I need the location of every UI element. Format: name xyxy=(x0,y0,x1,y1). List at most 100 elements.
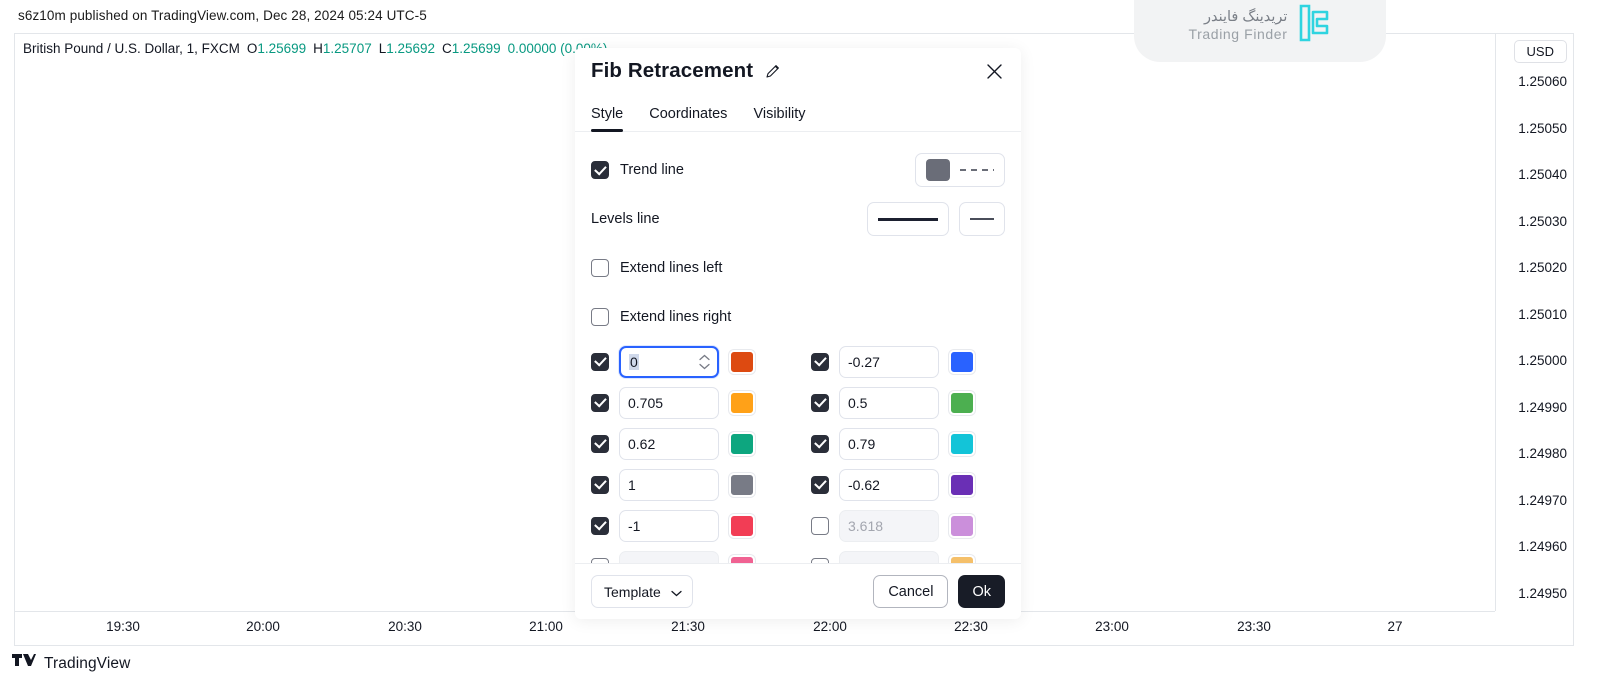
price-axis-label: 1.24990 xyxy=(1518,400,1567,415)
watermark-text-en: Trading Finder xyxy=(1189,26,1288,43)
fib-level-row: 0 xyxy=(591,341,785,382)
fib-level-row: -1 xyxy=(591,505,785,546)
template-dropdown[interactable]: Template xyxy=(591,575,693,608)
fib-level-input[interactable] xyxy=(839,551,939,564)
fib-level-value: 0.62 xyxy=(628,437,655,451)
price-axis-label: 1.24980 xyxy=(1518,446,1567,461)
option-row-levels-line: Levels line xyxy=(591,199,1005,239)
cancel-button[interactable]: Cancel xyxy=(873,575,948,608)
screenshot-root: s6z10m published on TradingView.com, Dec… xyxy=(0,0,1600,700)
fib-level-checkbox[interactable] xyxy=(811,353,829,371)
fib-level-input[interactable] xyxy=(619,551,719,564)
fib-level-input[interactable]: -0.27 xyxy=(839,346,939,378)
dashed-line-icon xyxy=(960,169,994,171)
fib-level-color-swatch[interactable] xyxy=(949,350,975,374)
fib-level-checkbox[interactable] xyxy=(811,517,829,535)
fib-level-checkbox[interactable] xyxy=(811,435,829,453)
dialog-tabs: Style Coordinates Visibility xyxy=(575,94,1021,132)
chevron-down-icon xyxy=(671,584,682,600)
trend-line-color-swatch[interactable] xyxy=(926,159,950,181)
fib-level-color-swatch[interactable] xyxy=(729,350,755,374)
fib-level-input[interactable]: 0.5 xyxy=(839,387,939,419)
fib-level-value: -0.27 xyxy=(848,355,880,369)
time-axis-label: 20:30 xyxy=(388,619,422,634)
trend-line-checkbox[interactable] xyxy=(591,161,609,179)
fib-level-color-swatch[interactable] xyxy=(729,473,755,497)
fib-level-input[interactable]: 0.705 xyxy=(619,387,719,419)
fib-level-row: 1 xyxy=(591,464,785,505)
fib-level-row: 0.5 xyxy=(811,382,1005,423)
fib-level-color-swatch[interactable] xyxy=(949,432,975,456)
tab-visibility[interactable]: Visibility xyxy=(753,106,805,131)
dialog-title: Fib Retracement xyxy=(591,59,753,83)
levels-line-width-button[interactable] xyxy=(959,202,1005,236)
fib-level-checkbox[interactable] xyxy=(591,476,609,494)
legend-high-value: 1.25707 xyxy=(323,41,372,56)
fib-level-input[interactable]: -1 xyxy=(619,510,719,542)
tab-style[interactable]: Style xyxy=(591,106,623,131)
time-axis-label: 22:00 xyxy=(813,619,847,634)
fib-level-input[interactable]: -0.62 xyxy=(839,469,939,501)
tab-coordinates[interactable]: Coordinates xyxy=(649,106,727,131)
fib-level-value: 0.79 xyxy=(848,437,875,451)
ok-button[interactable]: Ok xyxy=(958,575,1005,608)
time-axis-label: 22:30 xyxy=(954,619,988,634)
legend-symbol[interactable]: British Pound / U.S. Dollar, 1, FXCM xyxy=(23,41,240,56)
fib-level-checkbox[interactable] xyxy=(591,517,609,535)
chart-legend: British Pound / U.S. Dollar, 1, FXCMO1.2… xyxy=(23,41,607,56)
time-axis-label: 20:00 xyxy=(246,619,280,634)
fib-level-row: 0.705 xyxy=(591,382,785,423)
fib-level-checkbox[interactable] xyxy=(591,558,609,564)
fib-level-checkbox[interactable] xyxy=(811,476,829,494)
fib-level-input[interactable]: 0.62 xyxy=(619,428,719,460)
fib-level-input[interactable]: 3.618 xyxy=(839,510,939,542)
fib-retracement-dialog: Fib Retracement Style Coordinates Visibili… xyxy=(575,48,1021,619)
fib-level-row: 0.79 xyxy=(811,423,1005,464)
extend-lines-left-label: Extend lines left xyxy=(620,260,722,276)
time-axis-label: 27 xyxy=(1387,619,1402,634)
price-axis-label: 1.25010 xyxy=(1518,307,1567,322)
fib-level-checkbox[interactable] xyxy=(591,394,609,412)
levels-line-style-button[interactable] xyxy=(867,202,949,236)
extend-lines-left-checkbox[interactable] xyxy=(591,259,609,277)
fib-level-row: 0.62 xyxy=(591,423,785,464)
fib-level-row: 3.618 xyxy=(811,505,1005,546)
legend-open-value: 1.25699 xyxy=(257,41,306,56)
fib-level-color-swatch[interactable] xyxy=(949,391,975,415)
number-stepper[interactable] xyxy=(699,354,710,369)
fib-level-row: -0.62 xyxy=(811,464,1005,505)
fib-level-checkbox[interactable] xyxy=(591,353,609,371)
price-axis-label: 1.25060 xyxy=(1518,74,1567,89)
time-axis-label: 21:30 xyxy=(671,619,705,634)
time-axis-label: 23:00 xyxy=(1095,619,1129,634)
fib-level-row xyxy=(811,546,1005,563)
fib-level-value: 3.618 xyxy=(848,519,883,533)
extend-lines-right-checkbox[interactable] xyxy=(591,308,609,326)
fib-level-color-swatch[interactable] xyxy=(949,473,975,497)
close-icon[interactable] xyxy=(981,58,1007,84)
price-scale[interactable]: USD 1.250601.250501.250401.250301.250201… xyxy=(1495,34,1573,611)
fib-level-color-swatch[interactable] xyxy=(949,555,975,564)
price-axis-label: 1.25000 xyxy=(1518,353,1567,368)
fib-level-value: 0.5 xyxy=(848,396,867,410)
fib-level-color-swatch[interactable] xyxy=(729,391,755,415)
fib-level-input[interactable]: 1 xyxy=(619,469,719,501)
fib-level-input[interactable]: 0 xyxy=(619,346,719,378)
fib-level-color-swatch[interactable] xyxy=(949,514,975,538)
option-row-extend-left: Extend lines left xyxy=(591,248,1005,288)
currency-chip[interactable]: USD xyxy=(1514,40,1567,63)
legend-open-label: O xyxy=(247,41,258,56)
trend-line-style-button[interactable] xyxy=(915,153,1005,187)
fib-level-checkbox[interactable] xyxy=(811,558,829,564)
extend-lines-right-label: Extend lines right xyxy=(620,309,731,325)
fib-level-checkbox[interactable] xyxy=(811,394,829,412)
solid-line-icon xyxy=(878,218,938,221)
fib-level-color-swatch[interactable] xyxy=(729,555,755,564)
fib-level-input[interactable]: 0.79 xyxy=(839,428,939,460)
pencil-icon[interactable] xyxy=(765,63,782,80)
fib-level-checkbox[interactable] xyxy=(591,435,609,453)
fib-level-color-swatch[interactable] xyxy=(729,432,755,456)
dialog-header: Fib Retracement xyxy=(575,48,1021,94)
fib-level-color-swatch[interactable] xyxy=(729,514,755,538)
watermark-text-fa: تریدینگ فایندر xyxy=(1189,9,1288,26)
